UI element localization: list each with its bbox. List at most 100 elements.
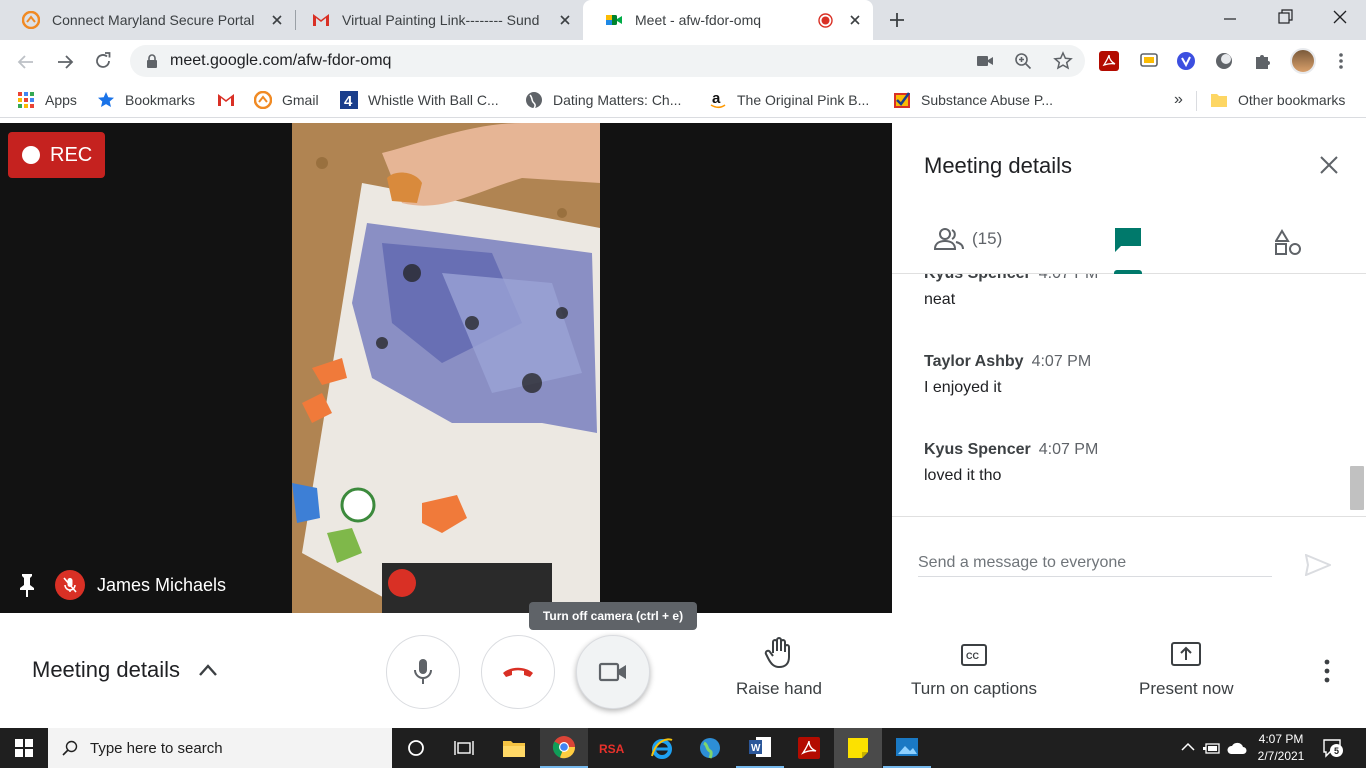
chat-message-input[interactable] (918, 549, 1272, 577)
participant-video[interactable] (292, 123, 600, 613)
bookmark-apps[interactable]: Apps (17, 90, 77, 110)
participant-name: James Michaels (97, 575, 227, 595)
zoom-icon[interactable] (1014, 52, 1032, 70)
word-icon: W (749, 737, 771, 757)
captions-button[interactable]: CC Turn on captions (911, 637, 1037, 699)
battery-icon[interactable] (1203, 740, 1221, 756)
onedrive-cloud-icon[interactable] (1227, 741, 1247, 755)
microphone-icon (414, 659, 432, 684)
bookmarks-overflow[interactable]: » (1174, 90, 1183, 110)
recording-badge: REC (8, 132, 105, 178)
leave-call-button[interactable] (481, 635, 555, 709)
extension-circle-icon[interactable] (1214, 51, 1234, 71)
chat-scrollbar[interactable] (1350, 466, 1364, 510)
tab-connect-maryland[interactable]: Connect Maryland Secure Portal (0, 0, 295, 40)
restore-icon[interactable] (1276, 8, 1294, 26)
taskbar-search[interactable]: Type here to search (48, 728, 392, 768)
chat-messages: Kyus Spencer 4:07 PM neat Taylor Ashby 4:0… (892, 274, 1366, 516)
folder-icon (1211, 94, 1227, 107)
vimeo-extension-icon[interactable] (1176, 51, 1196, 71)
bookmark-gmail[interactable]: Gmail (254, 90, 319, 110)
bookmark-substance[interactable]: Substance Abuse P... (893, 90, 1053, 110)
bookmark-bookmarks[interactable]: Bookmarks (97, 90, 195, 110)
bookmark-label: Gmail (282, 92, 319, 108)
pin-icon[interactable] (16, 572, 38, 598)
task-view-icon (454, 741, 474, 755)
more-options-icon[interactable] (1317, 659, 1337, 683)
panel-title: Meeting details (924, 153, 1072, 178)
cortana-button[interactable] (392, 728, 440, 768)
closed-captions-icon: CC (961, 644, 987, 666)
sticky-notes-button[interactable] (834, 728, 882, 768)
microphone-button[interactable] (386, 635, 460, 709)
task-view-button[interactable] (440, 728, 488, 768)
address-bar[interactable]: meet.google.com/afw-fdor-omq (130, 45, 1085, 77)
bookmark-label: The Original Pink B... (737, 92, 870, 108)
tab-chat[interactable] (1114, 227, 1142, 253)
photos-taskbar-button[interactable] (883, 728, 931, 768)
bookmark-whistle[interactable]: 4 Whistle With Ball C... (340, 90, 499, 110)
clock-time: 4:07 PM (1258, 732, 1304, 746)
camera-button[interactable] (576, 635, 650, 709)
meeting-details-toggle[interactable]: Meeting details (32, 657, 218, 683)
tab-people[interactable]: (15) (934, 227, 1002, 251)
acrobat-taskbar-button[interactable] (785, 728, 833, 768)
lock-icon[interactable] (146, 54, 158, 68)
bookmark-other[interactable]: Other bookmarks (1210, 90, 1345, 110)
meeting-controls-bar: Meeting details Raise hand CC Turn on ca… (0, 613, 1366, 728)
send-icon[interactable] (1305, 554, 1331, 576)
present-screen-icon (1171, 642, 1202, 666)
present-now-button[interactable]: Present now (1139, 637, 1234, 699)
close-tab-icon[interactable] (557, 12, 573, 28)
video-stage: REC James Michaels (0, 123, 892, 613)
start-button[interactable] (0, 728, 48, 768)
forward-icon[interactable] (55, 52, 75, 72)
chrome-menu-icon[interactable] (1331, 51, 1351, 71)
chat-compose (892, 516, 1366, 613)
svg-text:4: 4 (344, 93, 353, 109)
close-panel-icon[interactable] (1319, 155, 1339, 175)
bookmark-star-icon[interactable] (1053, 51, 1073, 71)
action-center-button[interactable]: 5 (1322, 738, 1344, 758)
bookmark-label: Other bookmarks (1238, 92, 1346, 108)
message-text: I enjoyed it (924, 379, 1002, 396)
tab-activities[interactable] (1275, 229, 1301, 255)
url-text[interactable]: meet.google.com/afw-fdor-omq (170, 52, 391, 70)
system-clock[interactable]: 4:07 PM 2/7/2021 (1252, 731, 1310, 765)
rec-label: REC (50, 143, 93, 166)
extensions-puzzle-icon[interactable] (1253, 51, 1273, 71)
people-count: (15) (972, 229, 1003, 248)
profile-avatar[interactable] (1290, 48, 1316, 74)
cast-extension-icon[interactable] (1139, 51, 1159, 71)
adobe-acrobat-icon[interactable] (1099, 51, 1119, 71)
recording-indicator-icon (818, 13, 833, 28)
message-text: loved it tho (924, 467, 1002, 484)
reload-icon[interactable] (93, 51, 113, 71)
new-tab-icon[interactable] (888, 11, 906, 29)
minimize-icon[interactable] (1221, 10, 1239, 28)
network-app-button[interactable] (686, 728, 734, 768)
hand-icon (764, 637, 790, 669)
raise-hand-button[interactable]: Raise hand (736, 637, 822, 699)
edge-legacy-button[interactable] (638, 728, 686, 768)
bookmark-gmail-m[interactable] (217, 90, 245, 110)
connect-maryland-icon (22, 11, 40, 29)
bookmark-pink[interactable]: a The Original Pink B... (709, 90, 869, 110)
svg-text:a: a (712, 91, 721, 107)
tab-meet[interactable]: Meet - afw-fdor-omq (583, 0, 873, 40)
back-icon[interactable] (16, 52, 36, 72)
tray-chevron-up-icon[interactable] (1181, 742, 1195, 752)
bookmark-label: Apps (45, 92, 77, 108)
rsa-taskbar-button[interactable]: RSA (590, 728, 638, 768)
bookmark-dating[interactable]: Dating Matters: Ch... (525, 90, 681, 110)
close-tab-icon[interactable] (847, 12, 863, 28)
tab-virtual-painting[interactable]: Virtual Painting Link-------- Sund (290, 0, 583, 40)
camera-in-use-icon[interactable] (976, 53, 994, 69)
chrome-taskbar-button[interactable] (540, 728, 588, 768)
globe-icon (526, 92, 542, 109)
close-window-icon[interactable] (1331, 8, 1349, 26)
word-taskbar-button[interactable]: W (736, 728, 784, 768)
message-text: neat (924, 291, 956, 308)
close-tab-icon[interactable] (269, 12, 285, 28)
file-explorer-button[interactable] (490, 728, 538, 768)
